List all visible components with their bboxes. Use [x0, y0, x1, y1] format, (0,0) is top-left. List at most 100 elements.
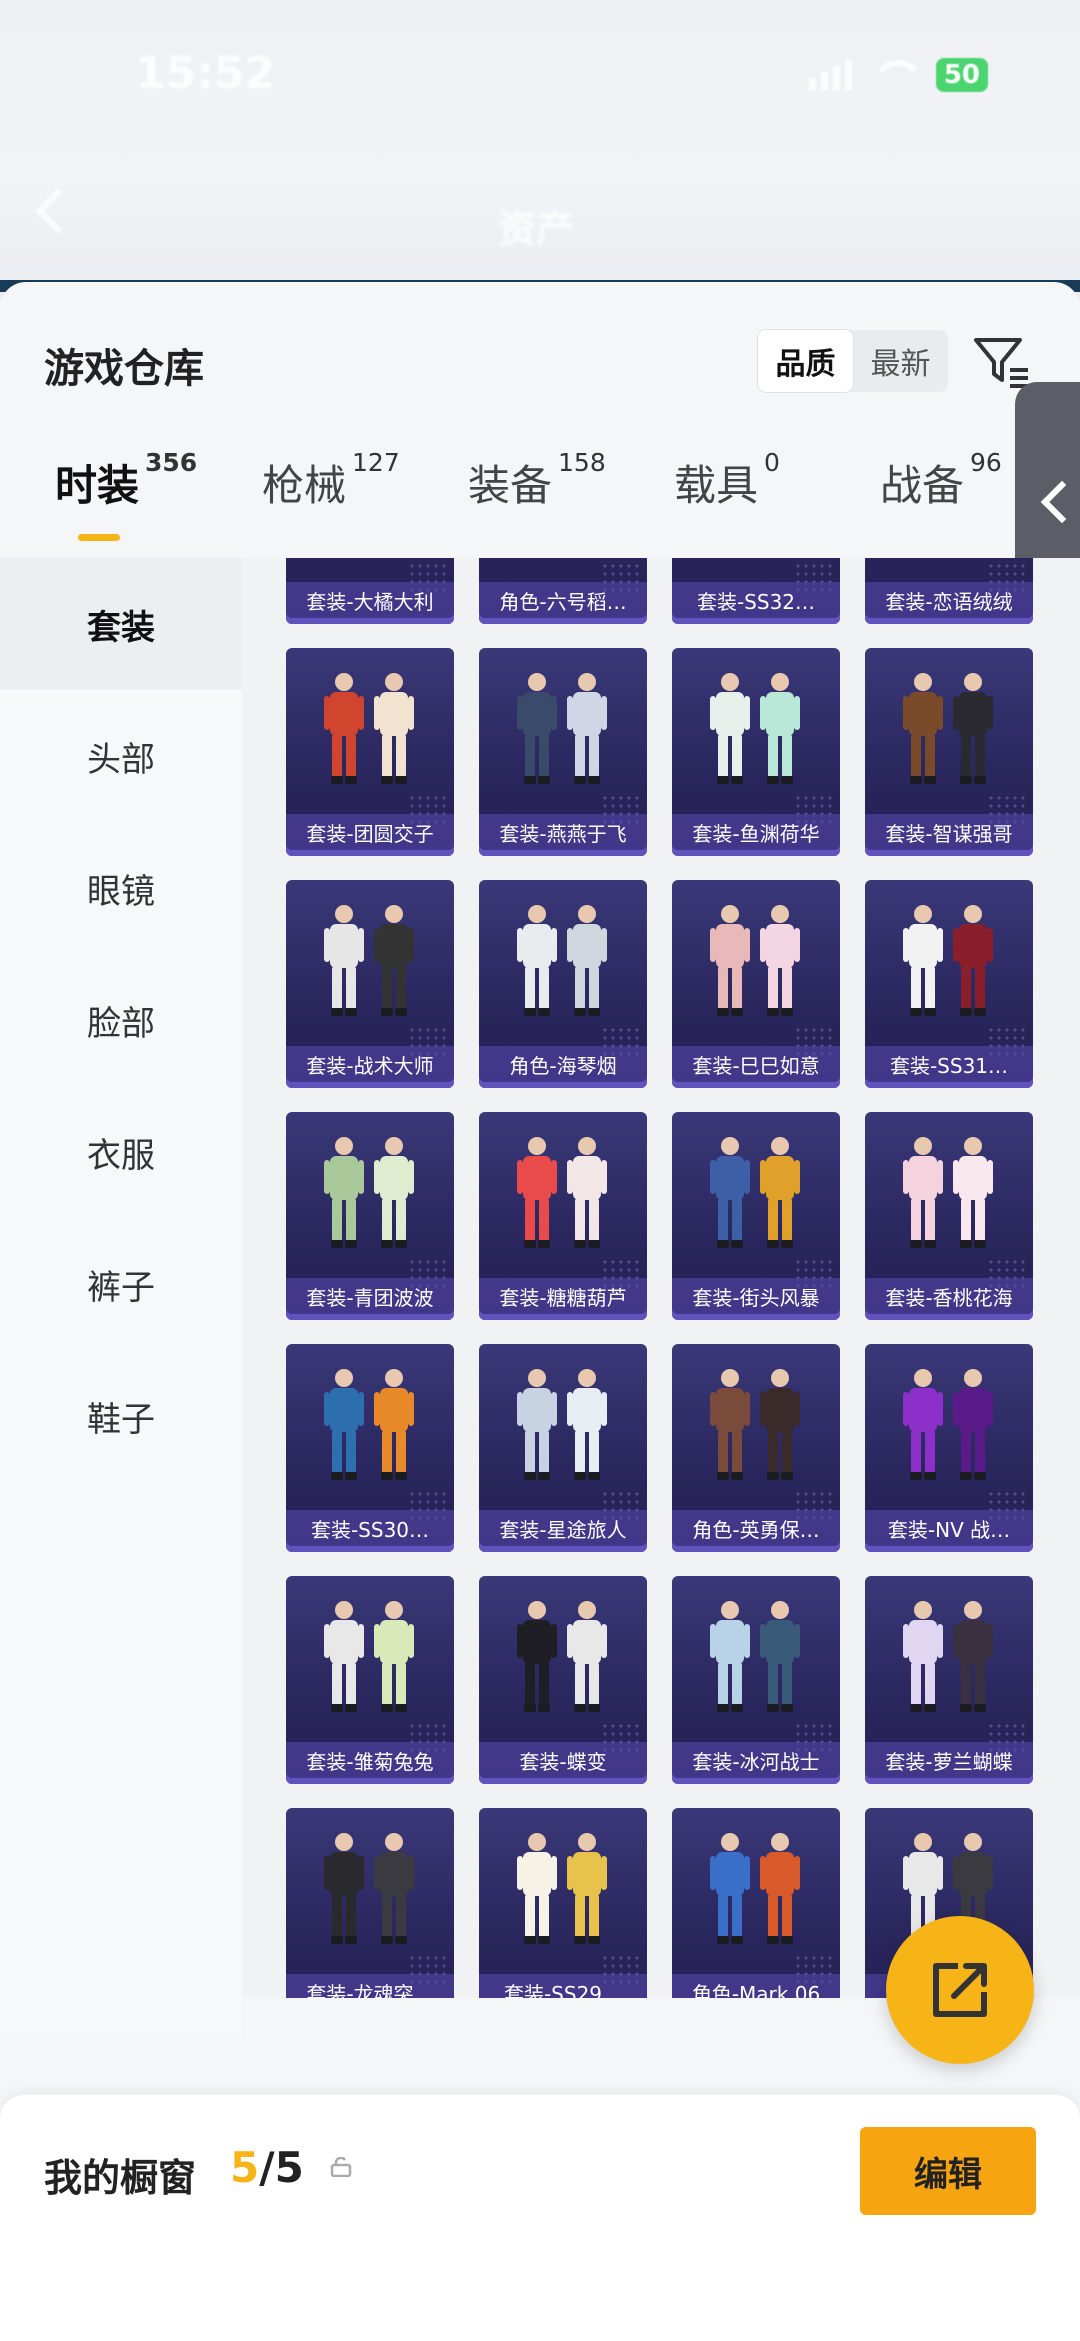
item-card[interactable]: 套装-智谋强哥	[865, 648, 1033, 856]
item-label: 套装-SS29…	[479, 1974, 647, 1998]
outfit-image	[517, 1369, 607, 1480]
item-card[interactable]: 角色-Mark.06	[672, 1808, 840, 1998]
item-label: 角色-英勇保…	[672, 1510, 840, 1552]
nav-title: 资产	[498, 207, 575, 251]
edit-button[interactable]: 编辑	[860, 2127, 1036, 2215]
item-card[interactable]: 角色-六号稻…	[479, 558, 647, 624]
tab-weapons[interactable]: 枪械 127	[262, 448, 400, 513]
outfit-image	[324, 1601, 414, 1712]
outfit-image	[324, 673, 414, 784]
category-item-shoes[interactable]: 鞋子	[0, 1350, 242, 1482]
item-grid-inner: 套装-大橘大利 角色-六号稻… 套装-SS32… 套装-恋语绒绒套装-团圆交子 套装-燕…	[286, 558, 1066, 1998]
outfit-image	[324, 1369, 414, 1480]
outfit-image	[710, 673, 800, 784]
item-card[interactable]: 套装-雏菊兔兔	[286, 1576, 454, 1784]
item-card[interactable]: 套装-SS32…	[672, 558, 840, 624]
item-card[interactable]: 套装-团圆交子	[286, 648, 454, 856]
status-nav-background: 15:52 50 资产	[0, 0, 1080, 300]
item-label: 套装-雏菊兔兔	[286, 1742, 454, 1784]
item-label: 套装-SS32…	[672, 582, 840, 624]
share-icon	[933, 1963, 987, 2017]
outfit-image	[324, 905, 414, 1016]
item-grid: 套装-大橘大利 角色-六号稻… 套装-SS32… 套装-恋语绒绒套装-团圆交子 套装-燕…	[242, 558, 1080, 1998]
tab-supplies[interactable]: 战备 96	[880, 448, 1002, 513]
category-item-glasses[interactable]: 眼镜	[0, 822, 242, 954]
item-card[interactable]: 套装-冰河战士	[672, 1576, 840, 1784]
item-card[interactable]: 套装-燕燕于飞	[479, 648, 647, 856]
item-label: 套装-战术大师	[286, 1046, 454, 1088]
item-card[interactable]: 套装-街头风暴	[672, 1112, 840, 1320]
category-tabs: 时装 356 枪械 127 装备 158 载具 0 战备 96	[0, 422, 1080, 540]
item-card[interactable]: 套装-巳巳如意	[672, 880, 840, 1088]
item-label: 套装-糖糖葫芦	[479, 1278, 647, 1320]
sheet-title: 游戏仓库	[44, 346, 204, 392]
item-card[interactable]: 套装-香桃花海	[865, 1112, 1033, 1320]
item-card[interactable]: 角色-英勇保…	[672, 1344, 840, 1552]
outfit-image	[903, 1137, 993, 1248]
outfit-image	[672, 558, 840, 576]
item-label: 套装-团圆交子	[286, 814, 454, 856]
tab-vehicles[interactable]: 载具 0	[674, 448, 780, 513]
sort-quality-button[interactable]: 品质	[758, 330, 853, 392]
showcase-label: 我的橱窗	[44, 2156, 197, 2200]
item-label: 角色-Mark.06	[672, 1974, 840, 1998]
item-card[interactable]: 套装-SS29…	[479, 1808, 647, 1998]
item-label: 套装-智谋强哥	[865, 814, 1033, 856]
item-card[interactable]: 套装-SS31…	[865, 880, 1033, 1088]
category-item-clothes[interactable]: 衣服	[0, 1086, 242, 1218]
tab-fashion[interactable]: 时装 356	[55, 448, 197, 513]
item-label: 套装-巳巳如意	[672, 1046, 840, 1088]
outfit-image	[479, 558, 647, 576]
item-label: 套装-燕燕于飞	[479, 814, 647, 856]
outfit-image	[324, 1137, 414, 1248]
active-tab-indicator	[78, 534, 120, 541]
item-label: 套装-鱼渊荷华	[672, 814, 840, 856]
item-card[interactable]: 角色-海琴烟	[479, 880, 647, 1088]
wifi-icon	[872, 60, 916, 90]
item-label: 角色-六号稻…	[479, 582, 647, 624]
outfit-image	[517, 1137, 607, 1248]
item-card[interactable]: 套装-糖糖葫芦	[479, 1112, 647, 1320]
share-button[interactable]	[886, 1916, 1034, 2064]
category-list: 套装 头部 眼镜 脸部 衣服 裤子 鞋子	[0, 558, 242, 2038]
category-item-suits[interactable]: 套装	[0, 558, 242, 690]
outfit-image	[903, 673, 993, 784]
showcase-count: 5/5	[230, 2143, 304, 2192]
item-card[interactable]: 套装-星途旅人	[479, 1344, 647, 1552]
showcase-bar: 我的橱窗 5/5 编辑	[0, 2095, 1080, 2341]
item-card[interactable]: 套装-龙魂突…	[286, 1808, 454, 1998]
item-label: 角色-海琴烟	[479, 1046, 647, 1088]
item-label: 套装-恋语绒绒	[865, 582, 1033, 624]
item-label: 套装-NV 战…	[865, 1510, 1033, 1552]
outfit-image	[710, 1833, 800, 1944]
item-label: 套装-香桃花海	[865, 1278, 1033, 1320]
signal-icon	[808, 60, 852, 90]
outfit-image	[517, 905, 607, 1016]
item-card[interactable]: 套装-大橘大利	[286, 558, 454, 624]
item-card[interactable]: 套装-SS30…	[286, 1344, 454, 1552]
status-icons: 50	[808, 58, 988, 92]
outfit-image	[903, 905, 993, 1016]
category-item-face[interactable]: 脸部	[0, 954, 242, 1086]
category-item-pants[interactable]: 裤子	[0, 1218, 242, 1350]
item-label: 套装-冰河战士	[672, 1742, 840, 1784]
tab-equipment[interactable]: 装备 158	[468, 448, 606, 513]
lock-icon	[330, 2157, 352, 2177]
item-card[interactable]: 套装-恋语绒绒	[865, 558, 1033, 624]
item-card[interactable]: 套装-萝兰蝴蝶	[865, 1576, 1033, 1784]
item-label: 套装-SS30…	[286, 1510, 454, 1552]
outfit-image	[865, 558, 1033, 576]
item-card[interactable]: 套装-鱼渊荷华	[672, 648, 840, 856]
back-icon[interactable]	[35, 188, 81, 234]
item-card[interactable]: 套装-青团波波	[286, 1112, 454, 1320]
outfit-image	[903, 1601, 993, 1712]
sort-latest-button[interactable]: 最新	[853, 330, 948, 392]
item-card[interactable]: 套装-战术大师	[286, 880, 454, 1088]
outfit-image	[517, 1601, 607, 1712]
category-item-head[interactable]: 头部	[0, 690, 242, 822]
item-card[interactable]: 套装-蝶变	[479, 1576, 647, 1784]
item-label: 套装-星途旅人	[479, 1510, 647, 1552]
item-card[interactable]: 套装-NV 战…	[865, 1344, 1033, 1552]
item-label: 套装-大橘大利	[286, 582, 454, 624]
item-label: 套装-蝶变	[479, 1742, 647, 1784]
